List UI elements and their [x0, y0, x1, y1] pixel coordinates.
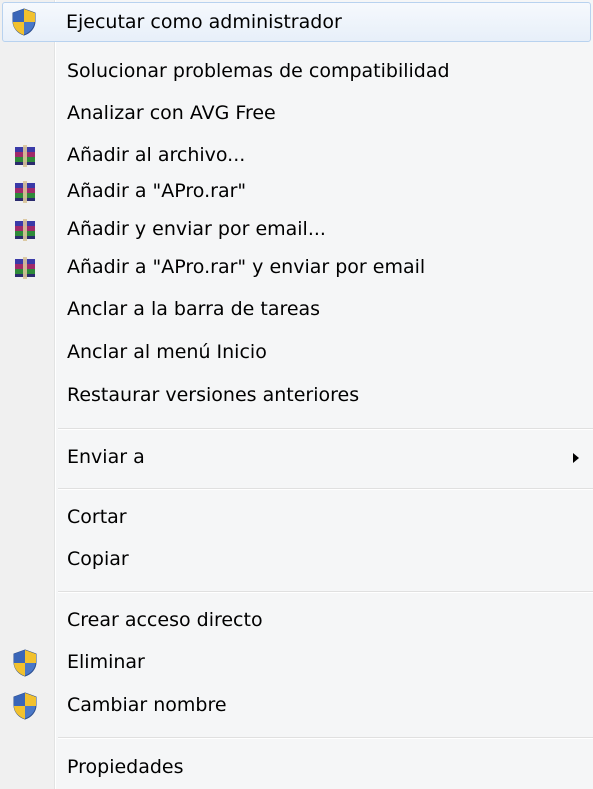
menu-item-copy[interactable]: Copiar — [2, 540, 591, 580]
menu-item-label: Restaurar versiones anteriores — [67, 384, 360, 406]
menu-separator — [58, 428, 593, 430]
menu-item-label: Anclar a la barra de tareas — [67, 298, 321, 320]
menu-separator — [58, 737, 593, 739]
menu-item-scan-avg[interactable]: Analizar con AVG Free — [2, 94, 591, 134]
winrar-archive-icon — [9, 176, 41, 208]
menu-item-label: Ejecutar como administrador — [66, 11, 342, 33]
winrar-archive-icon — [9, 140, 41, 172]
menu-item-restore-previous-versions[interactable]: Restaurar versiones anteriores — [2, 376, 591, 416]
uac-shield-icon — [9, 690, 41, 722]
menu-separator — [58, 488, 593, 490]
menu-item-label: Añadir y enviar por email... — [67, 218, 326, 240]
menu-item-label: Solucionar problemas de compatibilidad — [67, 60, 450, 82]
menu-item-run-as-admin[interactable]: Ejecutar como administrador — [2, 2, 591, 42]
menu-item-label: Propiedades — [67, 756, 184, 778]
menu-separator — [58, 591, 593, 593]
menu-item-label: Añadir a "APro.rar" — [67, 180, 247, 202]
menu-item-label: Enviar a — [67, 446, 145, 468]
menu-item-label: Cortar — [67, 506, 127, 528]
submenu-arrow-icon — [573, 453, 579, 463]
menu-item-properties[interactable]: Propiedades — [2, 748, 591, 788]
menu-item-label: Crear acceso directo — [67, 609, 263, 631]
menu-item-pin-to-taskbar[interactable]: Anclar a la barra de tareas — [2, 290, 591, 330]
uac-shield-icon — [8, 6, 40, 38]
menu-item-troubleshoot-compat[interactable]: Solucionar problemas de compatibilidad — [2, 52, 591, 92]
menu-item-label: Anclar al menú Inicio — [67, 341, 267, 363]
menu-item-label: Copiar — [67, 548, 129, 570]
menu-item-add-apro-rar-and-email[interactable]: Añadir a "APro.rar" y enviar por email — [2, 248, 591, 288]
menu-item-add-to-archive[interactable]: Añadir al archivo... — [2, 136, 591, 176]
menu-item-rename[interactable]: Cambiar nombre — [2, 686, 591, 726]
menu-item-add-and-email[interactable]: Añadir y enviar por email... — [2, 210, 591, 250]
menu-item-pin-to-start-menu[interactable]: Anclar al menú Inicio — [2, 333, 591, 373]
uac-shield-icon — [9, 647, 41, 679]
menu-item-label: Eliminar — [67, 651, 145, 673]
winrar-archive-icon — [9, 252, 41, 284]
menu-item-label: Añadir a "APro.rar" y enviar por email — [67, 256, 426, 278]
menu-item-label: Analizar con AVG Free — [67, 102, 276, 124]
menu-item-cut[interactable]: Cortar — [2, 498, 591, 538]
context-menu: Ejecutar como administrador Solucionar p… — [0, 0, 593, 789]
winrar-archive-icon — [9, 214, 41, 246]
menu-item-create-shortcut[interactable]: Crear acceso directo — [2, 601, 591, 641]
menu-item-delete[interactable]: Eliminar — [2, 643, 591, 683]
menu-item-label: Añadir al archivo... — [67, 144, 246, 166]
menu-item-label: Cambiar nombre — [67, 694, 227, 716]
menu-item-send-to[interactable]: Enviar a — [2, 438, 591, 478]
menu-item-add-to-apro-rar[interactable]: Añadir a "APro.rar" — [2, 172, 591, 212]
